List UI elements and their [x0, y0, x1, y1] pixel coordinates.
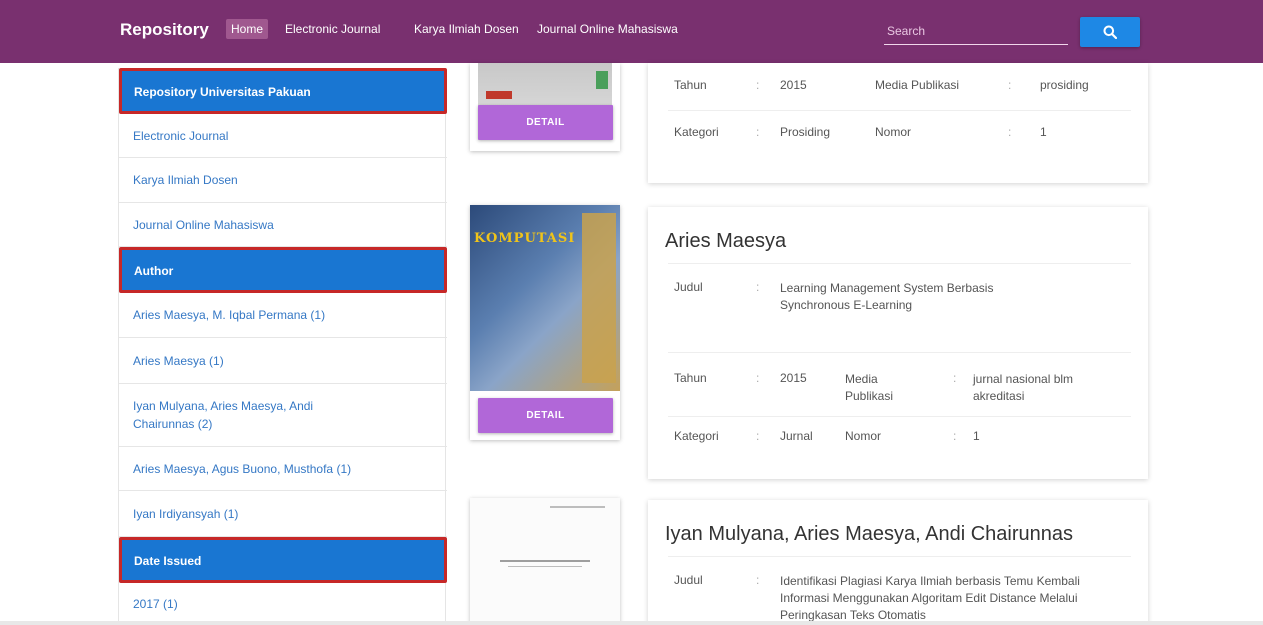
label-kategori: Kategori — [674, 125, 719, 139]
label-kategori: Kategori — [674, 429, 719, 443]
brand-logo[interactable]: Repository — [120, 20, 209, 40]
separator: : — [953, 429, 957, 443]
value-tahun: 2015 — [780, 78, 807, 92]
label-tahun: Tahun — [674, 371, 707, 385]
label-media: Media Publikasi — [845, 372, 894, 403]
publication-card: Iyan Mulyana, Aries Maesya, Andi Chairun… — [648, 500, 1148, 625]
top-navbar: Repository Home Electronic Journal Karya… — [0, 0, 1263, 63]
publication-card: Tahun : 2015 Media Publikasi : prosiding… — [648, 63, 1148, 183]
separator: : — [953, 371, 957, 385]
cover-decoration — [500, 560, 590, 562]
sidebar: Repository Universitas Pakuan Electronic… — [118, 68, 447, 625]
label-tahun: Tahun — [674, 78, 707, 92]
search-button[interactable] — [1080, 17, 1140, 47]
separator: : — [756, 429, 760, 443]
separator: : — [1008, 78, 1012, 92]
value-kategori: Jurnal — [780, 429, 813, 443]
value-media: jurnal nasional blm akreditasi — [973, 372, 1074, 403]
card-title: Aries Maesya — [665, 230, 787, 252]
sidebar-item-karya-ilmiah-dosen[interactable]: Karya Ilmiah Dosen — [119, 158, 447, 203]
value-tahun: 2015 — [780, 371, 807, 385]
separator: : — [756, 125, 760, 139]
detail-button[interactable]: DETAIL — [478, 398, 613, 433]
row-tahun: Tahun : 2015 Media Publikasi : prosiding — [668, 63, 1131, 111]
search-box — [884, 17, 1068, 45]
sidebar-header-repository[interactable]: Repository Universitas Pakuan — [119, 68, 447, 114]
value-nomor: 1 — [1040, 125, 1047, 139]
cover-image — [470, 498, 620, 625]
cover-image: KOMPUTASI — [470, 205, 620, 391]
separator: : — [756, 280, 760, 294]
value-kategori: Prosiding — [780, 125, 831, 139]
sidebar-item-journal-online-mahasiswa[interactable]: Journal Online Mahasiswa — [119, 203, 447, 247]
cover-title: KOMPUTASI — [474, 231, 576, 246]
value-media: prosiding — [1040, 78, 1089, 92]
book-cover[interactable] — [470, 498, 620, 625]
sidebar-header-author[interactable]: Author — [119, 247, 447, 293]
label-judul: Judul — [674, 280, 703, 294]
publication-card: Aries Maesya Judul : Learning Management… — [648, 207, 1148, 479]
value-judul: Learning Management System Berbasis Sync… — [780, 281, 994, 312]
search-input[interactable] — [884, 17, 1068, 44]
separator: : — [1008, 125, 1012, 139]
cover-decoration — [596, 71, 608, 89]
sidebar-item-author[interactable]: Aries Maesya, Agus Buono, Musthofa (1) — [119, 447, 447, 491]
row-judul: Judul : Learning Management System Berba… — [668, 263, 1131, 353]
separator: : — [756, 573, 760, 587]
row-judul: Judul : Identifikasi Plagiasi Karya Ilmi… — [668, 556, 1131, 625]
sidebar-item-date[interactable]: 2017 (1) — [119, 583, 447, 625]
label-judul: Judul — [674, 573, 703, 587]
nav-home[interactable]: Home — [226, 19, 269, 39]
separator: : — [756, 78, 760, 92]
sidebar-item-author[interactable]: Aries Maesya (1) — [119, 338, 447, 384]
nav-journal-online-mahasiswa[interactable]: Journal Online Mahasiswa — [537, 22, 678, 36]
label-nomor: Nomor — [875, 125, 912, 139]
sidebar-header-date-issued[interactable]: Date Issued — [119, 537, 447, 583]
row-kategori: Kategori : Prosiding Nomor : 1 — [668, 111, 1131, 157]
detail-button[interactable]: DETAIL — [478, 105, 613, 140]
sidebar-item-author[interactable]: Aries Maesya, M. Iqbal Permana (1) — [119, 293, 447, 338]
horizontal-scrollbar[interactable] — [0, 621, 1263, 625]
value-judul: Identifikasi Plagiasi Karya Ilmiah berba… — [780, 574, 1080, 622]
nav-electronic-journal[interactable]: Electronic Journal — [285, 22, 380, 36]
search-icon — [1103, 25, 1117, 39]
cover-decoration — [582, 213, 616, 383]
sidebar-item-author[interactable]: Iyan Irdiyansyah (1) — [119, 491, 447, 537]
label-media: Media Publikasi — [875, 78, 960, 92]
row-kategori: Kategori : Jurnal Nomor : 1 — [668, 417, 1131, 461]
sidebar-item-electronic-journal[interactable]: Electronic Journal — [119, 114, 447, 158]
row-tahun: Tahun : 2015 Media Publikasi : jurnal na… — [668, 353, 1131, 417]
cover-decoration — [508, 566, 582, 567]
value-nomor: 1 — [973, 429, 980, 443]
cover-decoration — [550, 506, 605, 508]
separator: : — [756, 371, 760, 385]
nav-karya-ilmiah-dosen[interactable]: Karya Ilmiah Dosen — [414, 22, 519, 36]
label-nomor: Nomor — [845, 429, 882, 443]
cover-decoration — [486, 91, 512, 99]
card-title: Iyan Mulyana, Aries Maesya, Andi Chairun… — [665, 523, 1073, 545]
sidebar-item-author[interactable]: Iyan Mulyana, Aries Maesya, Andi Chairun… — [119, 384, 447, 447]
